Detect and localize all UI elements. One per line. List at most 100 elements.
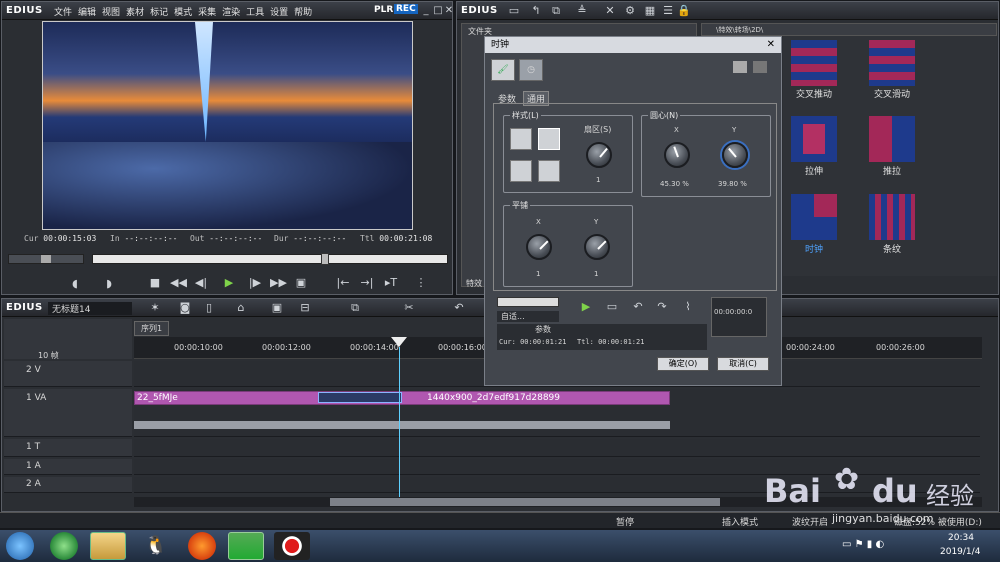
menu-file[interactable]: 文件 [54, 8, 72, 18]
track-header-2a[interactable]: 2 A [4, 477, 132, 493]
play-icon[interactable]: ▶ [222, 277, 236, 289]
mini-preview-bar[interactable] [497, 297, 559, 307]
position-handle[interactable] [321, 253, 329, 265]
effect-label-stripes[interactable]: 条纹 [862, 242, 922, 255]
track-header-1va[interactable]: 1 VA [4, 389, 132, 437]
camera-icon[interactable]: ◙ [178, 302, 192, 314]
playhead-marker[interactable] [391, 337, 407, 347]
effect-label-stretch[interactable]: 拉伸 [784, 164, 844, 177]
shuttle-slider[interactable] [8, 254, 84, 264]
center-x-knob[interactable] [664, 142, 690, 168]
menu-settings[interactable]: 设置 [270, 8, 288, 18]
minimize-icon[interactable]: _ [420, 5, 432, 17]
folder-icon[interactable]: ▭ [507, 5, 521, 17]
record-icon[interactable] [274, 532, 310, 560]
effect-label-clock[interactable]: 时钟 [784, 242, 844, 255]
menu-edit[interactable]: 编辑 [78, 8, 96, 18]
cut-icon[interactable]: ✂ [402, 302, 416, 314]
center-y-knob[interactable] [722, 142, 748, 168]
menu-tools[interactable]: 工具 [246, 8, 264, 18]
effect-thumb-stripes[interactable] [869, 194, 915, 240]
effect-thumb-cross-slide[interactable] [869, 40, 915, 86]
edius-task-icon[interactable] [228, 532, 264, 560]
copy-icon[interactable]: ⧉ [348, 302, 362, 314]
menu-marker[interactable]: 标记 [150, 8, 168, 18]
dialog-close-icon[interactable]: ✕ [767, 37, 775, 53]
track-header-1t[interactable]: 1 T [4, 439, 132, 457]
mini-back-icon[interactable]: ↶ [631, 301, 645, 313]
effect-thumb-push-pull[interactable] [869, 116, 915, 162]
position-bar[interactable] [92, 253, 448, 265]
replace-icon[interactable]: ▸T [384, 277, 398, 289]
360-browser-icon[interactable] [46, 532, 82, 560]
tray-icons[interactable]: ▭ ⚑ ▮ ◐ [842, 539, 884, 550]
clock-date[interactable]: 2019/1/4 [940, 547, 980, 557]
timer-icon[interactable]: ◷ [519, 59, 543, 81]
track-lane-1va[interactable]: 22_5fMJe 1440x900_2d7edf917d28899 [134, 389, 980, 437]
menu-help[interactable]: 帮助 [294, 8, 312, 18]
menu-view[interactable]: 视图 [102, 8, 120, 18]
sequence-icon[interactable]: ⊟ [298, 302, 312, 314]
tree-icon[interactable]: ⧉ [549, 5, 563, 17]
undo-icon[interactable]: ↶ [452, 302, 466, 314]
step-forward-icon[interactable]: |▶ [248, 277, 262, 289]
lock-icon[interactable]: 🔒 [677, 5, 691, 17]
tile-x-knob[interactable] [526, 234, 552, 260]
qq-icon[interactable]: 🐧 [138, 532, 174, 560]
mini-timeline[interactable]: 00:00:00:0 [711, 297, 767, 337]
menu-capture[interactable]: 采集 [198, 8, 216, 18]
open-icon[interactable]: ⌂ [234, 302, 248, 314]
stop-icon[interactable]: ■ [148, 277, 162, 289]
tile-y-knob[interactable] [584, 234, 610, 260]
mini-graph-icon[interactable]: ⌇ [681, 301, 695, 313]
sequence-tab[interactable]: 序列1 [134, 321, 170, 336]
style-button-4[interactable] [538, 160, 560, 182]
clip-left[interactable]: 22_5fMJe 1440x900_2d7edf917d28899 [134, 391, 670, 405]
insert-icon[interactable]: |← [336, 277, 350, 289]
firefox-icon[interactable] [184, 532, 220, 560]
effect-label-push-pull[interactable]: 推拉 [862, 164, 922, 177]
new-icon[interactable]: ▯ [202, 302, 216, 314]
transition-block[interactable] [318, 392, 402, 403]
cancel-button[interactable]: 取消(C) [717, 357, 769, 371]
style-button-2[interactable] [538, 128, 560, 150]
audio-clip[interactable] [134, 421, 670, 429]
rec-button[interactable]: REC [394, 4, 418, 14]
plr-button[interactable]: PLR [374, 5, 393, 15]
effect-thumb-cross-push[interactable] [791, 40, 837, 86]
style-button-1[interactable] [510, 128, 532, 150]
mark-out-icon[interactable]: ◗ [102, 278, 116, 290]
track-header-2v[interactable]: 2 V [4, 361, 132, 387]
effect-label-cross-push[interactable]: 交叉推动 [784, 87, 844, 100]
mark-in-icon[interactable]: ◖ [68, 278, 82, 290]
list-icon[interactable]: ☰ [661, 5, 675, 17]
close-icon[interactable]: ✕ [443, 5, 455, 17]
zoom-label[interactable]: 10 帧 [38, 350, 59, 361]
track-lane-1t[interactable] [134, 439, 980, 457]
rewind-icon[interactable]: ◀◀ [170, 277, 187, 289]
overwrite-icon[interactable]: →| [360, 277, 374, 289]
clock-time[interactable]: 20:34 [948, 533, 974, 543]
mini-play-icon[interactable]: ▶ [579, 301, 593, 313]
track-header-1a[interactable]: 1 A [4, 459, 132, 475]
menu-mode[interactable]: 模式 [174, 8, 192, 18]
start-button[interactable] [6, 532, 34, 560]
step-back-icon[interactable]: ◀| [194, 277, 208, 289]
effect-thumb-stretch[interactable] [791, 116, 837, 162]
layout-icon[interactable]: ≜ [575, 5, 589, 17]
effect-label-cross-slide[interactable]: 交叉滑动 [862, 87, 922, 100]
auto-dropdown[interactable]: 自适... [497, 311, 559, 322]
mini-loop-icon[interactable]: ▭ [605, 301, 619, 313]
view-icon[interactable]: ▦ [643, 5, 657, 17]
reset-icon[interactable] [753, 61, 767, 73]
delete-icon[interactable]: ✕ [603, 5, 617, 17]
properties-icon[interactable]: ⚙ [623, 5, 637, 17]
file-explorer-icon[interactable] [90, 532, 126, 560]
menu-render[interactable]: 渲染 [222, 8, 240, 18]
paint-icon[interactable]: 🖌 [491, 59, 515, 81]
menu-clip[interactable]: 素材 [126, 8, 144, 18]
magic-icon[interactable]: ✶ [148, 302, 162, 314]
mini-forward-icon[interactable]: ↷ [655, 301, 669, 313]
sector-knob[interactable] [586, 142, 612, 168]
preset-icon[interactable] [733, 61, 747, 73]
